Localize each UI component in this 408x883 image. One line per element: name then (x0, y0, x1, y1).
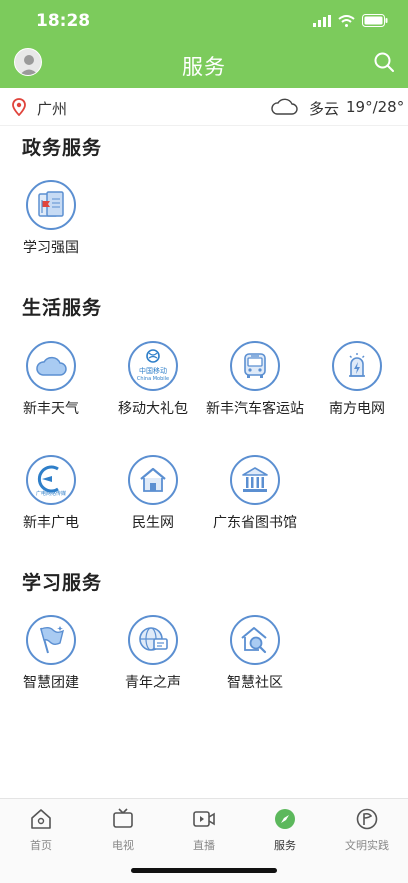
status-time: 18:28 (36, 11, 91, 31)
signal-icon (313, 14, 331, 27)
tab-tv[interactable]: 电视 (82, 807, 164, 853)
service-xuexi-qiangguo[interactable]: 学习强国 (0, 180, 102, 270)
logo-subtext: China Mobile (137, 376, 169, 382)
service-label: 民生网 (132, 515, 174, 531)
tab-home[interactable]: 首页 (0, 807, 82, 853)
compass-icon (275, 809, 295, 829)
weather-condition: 多云 (309, 100, 340, 118)
tv-icon (113, 808, 133, 828)
service-mobile-gift[interactable]: 中国移动 China Mobile 移动大礼包 (102, 341, 204, 431)
house-icon (128, 455, 178, 505)
tab-live[interactable]: 直播 (163, 807, 245, 853)
home-indicator[interactable] (131, 868, 277, 873)
battery-icon (362, 14, 388, 27)
city-name[interactable]: 广州 (37, 98, 67, 119)
flag-icon (26, 615, 76, 665)
community-search-icon (230, 615, 280, 665)
service-youth-voice[interactable]: 青年之声 (102, 615, 204, 705)
service-label: 新丰广电 (23, 515, 79, 531)
service-label: 智慧团建 (23, 675, 79, 691)
service-bus-station[interactable]: 新丰汽车客运站 (204, 341, 306, 431)
section-title-study: 学习服务 (22, 572, 103, 594)
broadcast-icon: 广电网络传媒 (26, 455, 76, 505)
service-xinfeng-broadcast[interactable]: 广电网络传媒 新丰广电 (0, 455, 102, 545)
service-guangdong-library[interactable]: 广东省图书馆 (204, 455, 306, 545)
live-icon (193, 811, 215, 827)
system-indicators (313, 14, 388, 27)
logo-text: 广电网络传媒 (36, 490, 66, 497)
tab-label: 文明实践 (345, 839, 389, 852)
service-smart-league[interactable]: 智慧团建 (0, 615, 102, 705)
tab-label: 首页 (30, 839, 52, 852)
tab-civilization-practice[interactable]: 文明实践 (326, 807, 408, 853)
service-label: 南方电网 (329, 401, 385, 417)
service-label: 学习强国 (23, 240, 79, 256)
home-icon (31, 809, 51, 829)
practice-icon (356, 808, 378, 830)
power-icon (332, 341, 382, 391)
service-minsheng[interactable]: 民生网 (102, 455, 204, 545)
location-pin-icon[interactable] (12, 98, 26, 116)
service-smart-community[interactable]: 智慧社区 (204, 615, 306, 705)
service-label: 青年之声 (125, 675, 181, 691)
china-mobile-icon: 中国移动 China Mobile (128, 341, 178, 391)
logo-text: 中国移动 (139, 366, 167, 375)
tab-label: 服务 (274, 839, 296, 852)
search-icon[interactable] (372, 50, 396, 74)
cloud-icon (26, 341, 76, 391)
service-label: 智慧社区 (227, 675, 283, 691)
service-xinfeng-weather[interactable]: 新丰天气 (0, 341, 102, 431)
service-label: 移动大礼包 (118, 401, 188, 417)
tab-service[interactable]: 服务 (244, 807, 326, 853)
service-label: 新丰汽车客运站 (206, 401, 304, 417)
section-title-life: 生活服务 (22, 297, 103, 319)
library-icon (230, 455, 280, 505)
location-bar: 广州 多云 19°/28° (0, 88, 408, 126)
xuexi-qiangguo-icon (26, 180, 76, 230)
tab-label: 电视 (112, 839, 134, 852)
status-bar: 18:28 (0, 0, 408, 44)
service-southern-grid[interactable]: 南方电网 (306, 341, 408, 431)
cloud-weather-icon (271, 98, 298, 115)
bus-icon (230, 341, 280, 391)
app-header: 18:28 服务 (0, 0, 408, 88)
service-label: 广东省图书馆 (213, 515, 297, 531)
wifi-icon (338, 14, 355, 27)
page-title: 服务 (182, 55, 226, 79)
tab-label: 直播 (193, 839, 215, 852)
section-title-government: 政务服务 (22, 137, 103, 159)
globe-message-icon (128, 615, 178, 665)
weather-temperature: 19°/28° (346, 98, 405, 116)
nav-bar: 服务 (0, 44, 408, 88)
service-label: 新丰天气 (23, 401, 79, 417)
